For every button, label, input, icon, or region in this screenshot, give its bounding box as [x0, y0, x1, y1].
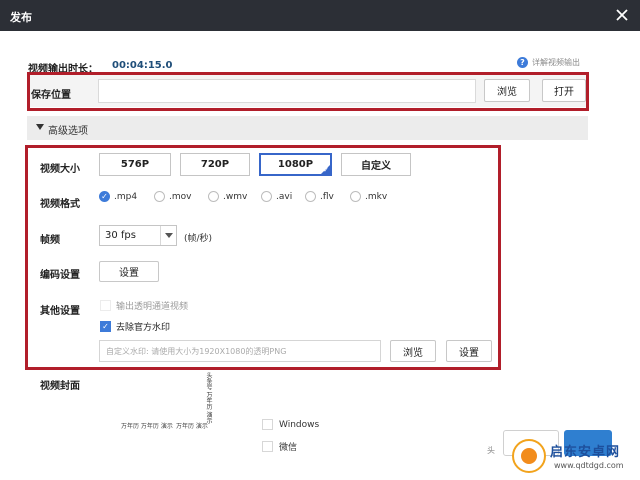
title-bar: 发布 [0, 0, 640, 31]
toutiao-mark: 头 [487, 446, 495, 455]
platform-label: Windows [279, 419, 320, 430]
cover-vertical-text: 头条号 万年历 演示 [205, 372, 217, 440]
duration-value: 00:04:15.0 [112, 60, 173, 71]
help-text: 详解视频输出 [532, 58, 580, 67]
advanced-options-label: 高级选项 [48, 126, 88, 137]
cover-caption-left: 万年历 万年历 演示 [121, 423, 173, 430]
platform-label: 微信 [279, 443, 298, 453]
site-watermark: 启东安卓网 www.qdtdgd.com [512, 437, 640, 480]
site-watermark-name: 启东安卓网 [550, 445, 621, 460]
video-cover-label: 视频封面 [40, 381, 80, 392]
triangle-down-icon [36, 124, 44, 130]
close-icon[interactable] [614, 7, 630, 23]
platform-option-wechat[interactable]: 微信 [262, 440, 297, 453]
advanced-options-toggle[interactable]: 高级选项 [27, 116, 588, 140]
highlight-box-advanced [25, 145, 501, 370]
cover-caption-right: 万年历 演示 [176, 423, 208, 430]
highlight-box-save [27, 72, 589, 111]
window-title: 发布 [10, 11, 32, 24]
site-watermark-url: www.qdtdgd.com [554, 461, 624, 470]
site-logo-icon [512, 439, 546, 473]
cover-vertical-label: 头条号 万年历 演示 [205, 372, 212, 424]
platform-option-windows[interactable]: Windows [262, 419, 319, 430]
checkbox-icon [262, 419, 273, 430]
help-link[interactable]: ? 详解视频输出 [517, 57, 580, 68]
checkbox-icon [262, 441, 273, 452]
help-circle-icon: ? [517, 57, 528, 68]
